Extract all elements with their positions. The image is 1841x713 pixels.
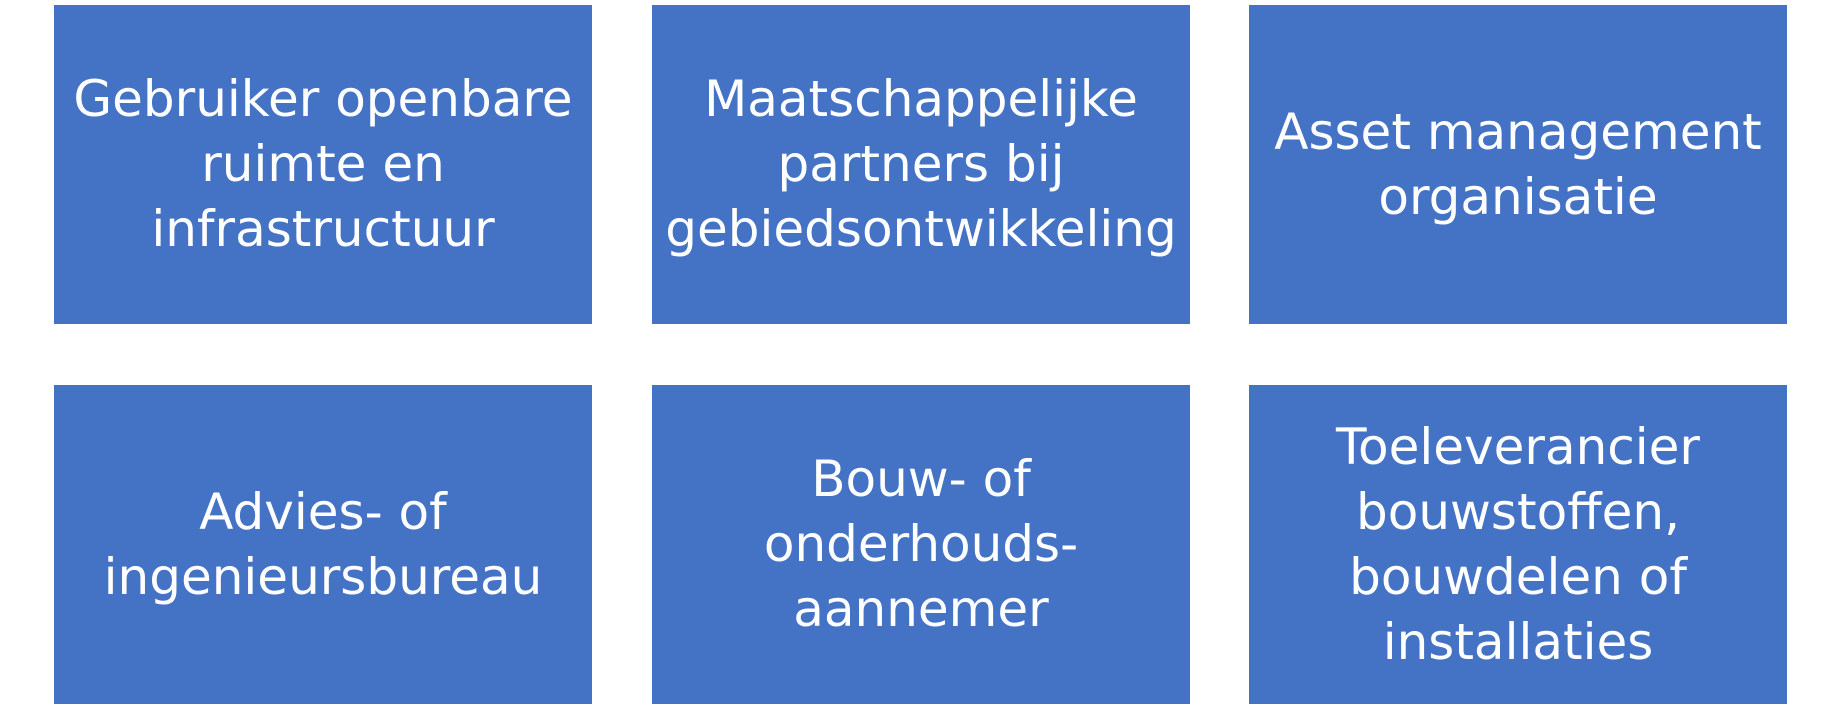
tile-label: Asset management organisatie bbox=[1274, 102, 1762, 226]
tile-label: Maatschappelijke partners bij gebiedsont… bbox=[665, 70, 1177, 258]
tile-bouw-onderhouds-aannemer: Bouw- of onderhouds- aannemer bbox=[652, 385, 1190, 704]
tile-label: Gebruiker openbare ruimte en infrastruct… bbox=[73, 70, 573, 258]
tile-label: Bouw- of onderhouds- aannemer bbox=[763, 450, 1079, 638]
tile-maatschappelijke-partners: Maatschappelijke partners bij gebiedsont… bbox=[652, 5, 1190, 324]
tile-gebruiker-openbare-ruimte: Gebruiker openbare ruimte en infrastruct… bbox=[54, 5, 592, 324]
tile-label: Advies- of ingenieursbureau bbox=[103, 482, 543, 606]
tile-asset-management-organisatie: Asset management organisatie bbox=[1249, 5, 1787, 324]
tile-toeleverancier: Toeleverancier bouwstoffen, bouwdelen of… bbox=[1249, 385, 1787, 704]
tile-label: Toeleverancier bouwstoffen, bouwdelen of… bbox=[1336, 417, 1700, 671]
diagram-canvas: { "tiles": [ { "label": "Gebruiker openb… bbox=[0, 0, 1841, 713]
tile-advies-ingenieursbureau: Advies- of ingenieursbureau bbox=[54, 385, 592, 704]
